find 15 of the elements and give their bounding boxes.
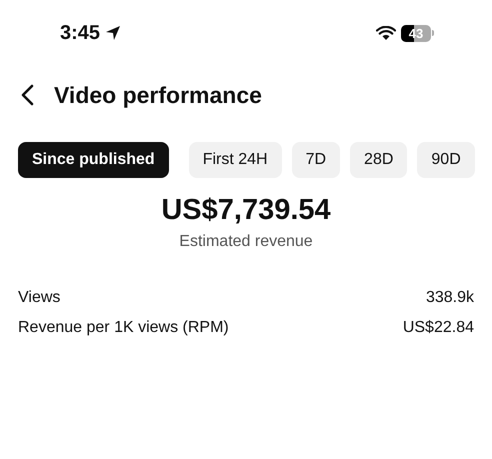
- location-arrow-icon: [105, 25, 122, 41]
- range-tab[interactable]: 28D: [350, 142, 408, 178]
- metric-value: 338.9k: [426, 288, 474, 308]
- metric-label: Revenue per 1K views (RPM): [18, 318, 229, 338]
- metric-label: Views: [18, 288, 60, 308]
- status-time: 3:45: [60, 22, 100, 44]
- range-tab[interactable]: 7D: [292, 142, 340, 178]
- range-tab[interactable]: Since published: [18, 142, 169, 178]
- wifi-icon: [376, 26, 396, 40]
- range-tab[interactable]: First 24H: [188, 142, 282, 178]
- range-tab[interactable]: 90D: [417, 142, 475, 178]
- metric-value: US$22.84: [402, 318, 474, 338]
- revenue-label: Estimated revenue: [179, 233, 313, 251]
- page-title: Video performance: [54, 82, 262, 108]
- revenue-amount: US$7,739.54: [161, 193, 331, 228]
